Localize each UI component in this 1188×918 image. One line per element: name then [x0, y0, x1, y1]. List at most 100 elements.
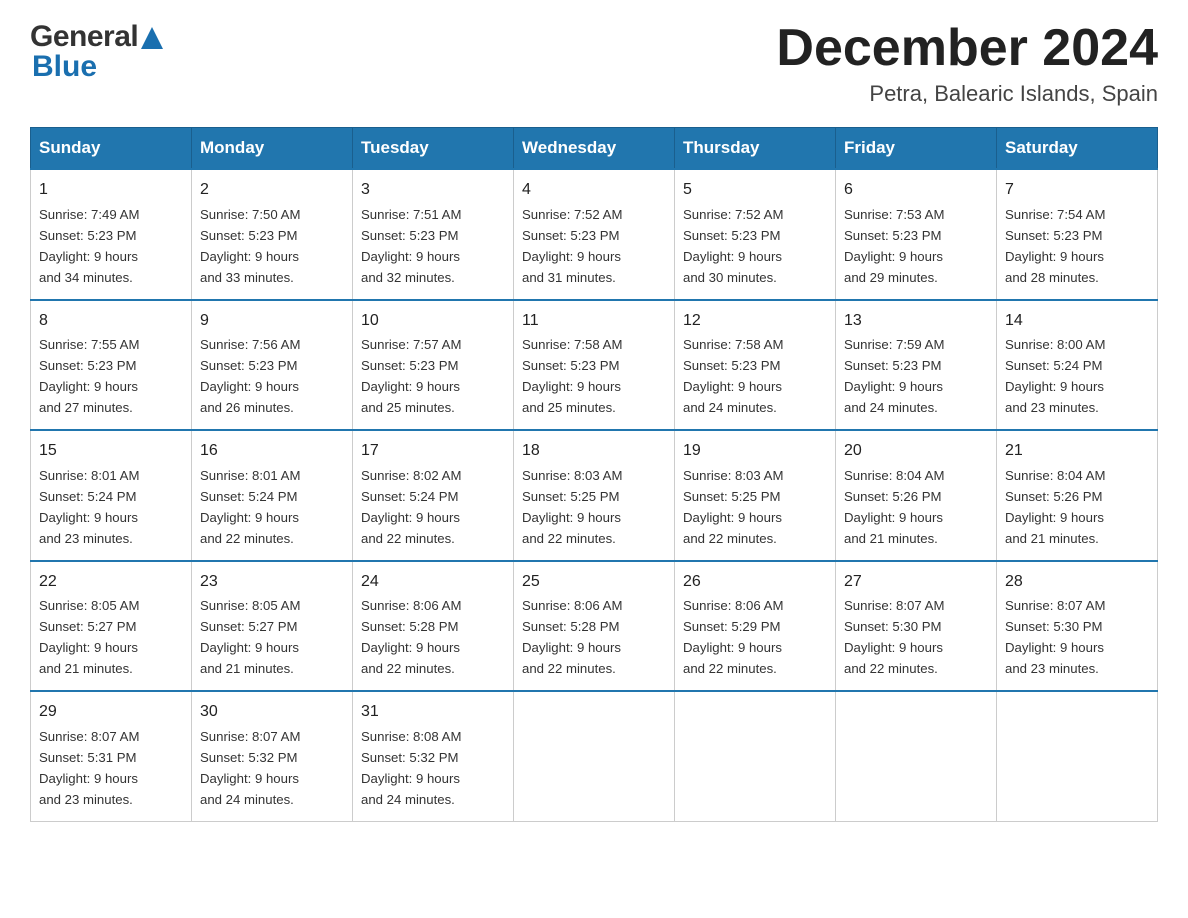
day-info: Sunrise: 7:51 AMSunset: 5:23 PMDaylight:…: [361, 207, 461, 285]
table-row: [997, 691, 1158, 821]
table-row: 26Sunrise: 8:06 AMSunset: 5:29 PMDayligh…: [675, 561, 836, 691]
day-info: Sunrise: 8:01 AMSunset: 5:24 PMDaylight:…: [200, 468, 300, 546]
calendar-header-row: Sunday Monday Tuesday Wednesday Thursday…: [31, 128, 1158, 170]
day-info: Sunrise: 8:03 AMSunset: 5:25 PMDaylight:…: [522, 468, 622, 546]
day-number: 21: [1005, 439, 1149, 464]
day-number: 7: [1005, 178, 1149, 203]
table-row: 9Sunrise: 7:56 AMSunset: 5:23 PMDaylight…: [192, 300, 353, 430]
day-number: 11: [522, 309, 666, 334]
day-number: 20: [844, 439, 988, 464]
day-number: 26: [683, 570, 827, 595]
table-row: 13 Sunrise: 7:59 AMSunset: 5:23 PMDayligh…: [836, 300, 997, 430]
col-wednesday: Wednesday: [514, 128, 675, 170]
calendar-subtitle: Petra, Balearic Islands, Spain: [776, 81, 1158, 107]
day-number: 4: [522, 178, 666, 203]
day-info: Sunrise: 8:04 AMSunset: 5:26 PMDaylight:…: [1005, 468, 1105, 546]
day-info: Sunrise: 8:05 AMSunset: 5:27 PMDaylight:…: [200, 598, 300, 676]
day-number: 17: [361, 439, 505, 464]
day-number: 8: [39, 309, 183, 334]
table-row: 21 Sunrise: 8:04 AMSunset: 5:26 PMDayligh…: [997, 430, 1158, 560]
table-row: 4 Sunrise: 7:52 AMSunset: 5:23 PMDaylight…: [514, 169, 675, 299]
day-info: Sunrise: 7:53 AMSunset: 5:23 PMDaylight:…: [844, 207, 944, 285]
table-row: 12 Sunrise: 7:58 AMSunset: 5:23 PMDayligh…: [675, 300, 836, 430]
day-info: Sunrise: 8:05 AMSunset: 5:27 PMDaylight:…: [39, 598, 139, 676]
day-info: Sunrise: 7:52 AMSunset: 5:23 PMDaylight:…: [522, 207, 622, 285]
table-row: 11 Sunrise: 7:58 AMSunset: 5:23 PMDayligh…: [514, 300, 675, 430]
day-info: Sunrise: 8:03 AMSunset: 5:25 PMDaylight:…: [683, 468, 783, 546]
table-row: 19 Sunrise: 8:03 AMSunset: 5:25 PMDayligh…: [675, 430, 836, 560]
col-tuesday: Tuesday: [353, 128, 514, 170]
day-info: Sunrise: 7:52 AMSunset: 5:23 PMDaylight:…: [683, 207, 783, 285]
week-row-4: 22Sunrise: 8:05 AMSunset: 5:27 PMDayligh…: [31, 561, 1158, 691]
calendar-title: December 2024: [776, 20, 1158, 77]
day-info: Sunrise: 8:06 AMSunset: 5:28 PMDaylight:…: [522, 598, 622, 676]
day-info: Sunrise: 8:04 AMSunset: 5:26 PMDaylight:…: [844, 468, 944, 546]
table-row: 3Sunrise: 7:51 AMSunset: 5:23 PMDaylight…: [353, 169, 514, 299]
col-saturday: Saturday: [997, 128, 1158, 170]
logo: General Blue: [30, 20, 163, 84]
day-info: Sunrise: 8:08 AMSunset: 5:32 PMDaylight:…: [361, 729, 461, 807]
day-number: 18: [522, 439, 666, 464]
logo-general-text: General: [30, 20, 138, 54]
logo-blue-text: Blue: [32, 50, 97, 84]
table-row: 20 Sunrise: 8:04 AMSunset: 5:26 PMDayligh…: [836, 430, 997, 560]
table-row: [836, 691, 997, 821]
table-row: 24 Sunrise: 8:06 AMSunset: 5:28 PMDayligh…: [353, 561, 514, 691]
day-info: Sunrise: 7:55 AMSunset: 5:23 PMDaylight:…: [39, 337, 139, 415]
col-friday: Friday: [836, 128, 997, 170]
table-row: 25 Sunrise: 8:06 AMSunset: 5:28 PMDayligh…: [514, 561, 675, 691]
table-row: 10 Sunrise: 7:57 AMSunset: 5:23 PMDayligh…: [353, 300, 514, 430]
table-row: 28 Sunrise: 8:07 AMSunset: 5:30 PMDayligh…: [997, 561, 1158, 691]
day-info: Sunrise: 7:56 AMSunset: 5:23 PMDaylight:…: [200, 337, 300, 415]
day-info: Sunrise: 8:00 AMSunset: 5:24 PMDaylight:…: [1005, 337, 1105, 415]
day-info: Sunrise: 8:06 AMSunset: 5:28 PMDaylight:…: [361, 598, 461, 676]
day-number: 16: [200, 439, 344, 464]
day-info: Sunrise: 8:07 AMSunset: 5:30 PMDaylight:…: [1005, 598, 1105, 676]
calendar-table: Sunday Monday Tuesday Wednesday Thursday…: [30, 127, 1158, 821]
day-number: 2: [200, 178, 344, 203]
day-number: 29: [39, 700, 183, 725]
table-row: 31 Sunrise: 8:08 AMSunset: 5:32 PMDayligh…: [353, 691, 514, 821]
day-number: 25: [522, 570, 666, 595]
day-number: 12: [683, 309, 827, 334]
table-row: 6Sunrise: 7:53 AMSunset: 5:23 PMDaylight…: [836, 169, 997, 299]
day-info: Sunrise: 8:01 AMSunset: 5:24 PMDaylight:…: [39, 468, 139, 546]
col-sunday: Sunday: [31, 128, 192, 170]
table-row: 2 Sunrise: 7:50 AMSunset: 5:23 PMDaylight…: [192, 169, 353, 299]
table-row: 16 Sunrise: 8:01 AMSunset: 5:24 PMDayligh…: [192, 430, 353, 560]
day-number: 23: [200, 570, 344, 595]
table-row: [675, 691, 836, 821]
day-info: Sunrise: 7:54 AMSunset: 5:23 PMDaylight:…: [1005, 207, 1105, 285]
week-row-5: 29 Sunrise: 8:07 AMSunset: 5:31 PMDayligh…: [31, 691, 1158, 821]
day-info: Sunrise: 7:50 AMSunset: 5:23 PMDaylight:…: [200, 207, 300, 285]
day-info: Sunrise: 7:49 AMSunset: 5:23 PMDaylight:…: [39, 207, 139, 285]
day-number: 24: [361, 570, 505, 595]
day-number: 1: [39, 178, 183, 203]
col-thursday: Thursday: [675, 128, 836, 170]
week-row-2: 8 Sunrise: 7:55 AMSunset: 5:23 PMDaylight…: [31, 300, 1158, 430]
day-info: Sunrise: 8:02 AMSunset: 5:24 PMDaylight:…: [361, 468, 461, 546]
day-info: Sunrise: 8:07 AMSunset: 5:31 PMDaylight:…: [39, 729, 139, 807]
day-info: Sunrise: 7:58 AMSunset: 5:23 PMDaylight:…: [683, 337, 783, 415]
title-block: December 2024 Petra, Balearic Islands, S…: [776, 20, 1158, 107]
day-number: 5: [683, 178, 827, 203]
day-number: 19: [683, 439, 827, 464]
day-info: Sunrise: 7:58 AMSunset: 5:23 PMDaylight:…: [522, 337, 622, 415]
table-row: 23 Sunrise: 8:05 AMSunset: 5:27 PMDayligh…: [192, 561, 353, 691]
day-info: Sunrise: 7:57 AMSunset: 5:23 PMDaylight:…: [361, 337, 461, 415]
day-info: Sunrise: 7:59 AMSunset: 5:23 PMDaylight:…: [844, 337, 944, 415]
day-info: Sunrise: 8:07 AMSunset: 5:30 PMDaylight:…: [844, 598, 944, 676]
table-row: 27 Sunrise: 8:07 AMSunset: 5:30 PMDayligh…: [836, 561, 997, 691]
day-number: 13: [844, 309, 988, 334]
day-info: Sunrise: 8:07 AMSunset: 5:32 PMDaylight:…: [200, 729, 300, 807]
week-row-1: 1 Sunrise: 7:49 AMSunset: 5:23 PMDaylight…: [31, 169, 1158, 299]
day-number: 28: [1005, 570, 1149, 595]
day-number: 15: [39, 439, 183, 464]
week-row-3: 15 Sunrise: 8:01 AMSunset: 5:24 PMDayligh…: [31, 430, 1158, 560]
table-row: 22Sunrise: 8:05 AMSunset: 5:27 PMDayligh…: [31, 561, 192, 691]
table-row: 30Sunrise: 8:07 AMSunset: 5:32 PMDayligh…: [192, 691, 353, 821]
day-number: 31: [361, 700, 505, 725]
day-number: 10: [361, 309, 505, 334]
day-number: 27: [844, 570, 988, 595]
table-row: 18 Sunrise: 8:03 AMSunset: 5:25 PMDayligh…: [514, 430, 675, 560]
